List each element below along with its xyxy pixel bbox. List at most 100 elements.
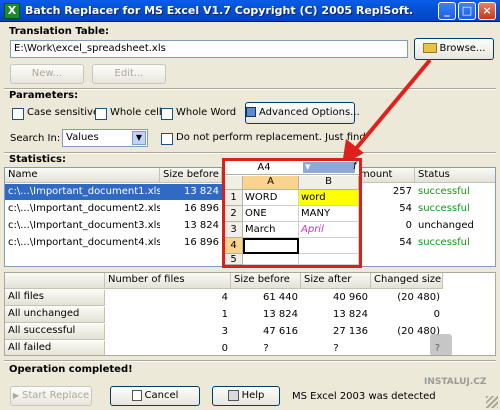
summary-count: 1 bbox=[221, 309, 228, 320]
summary-row-label: All files bbox=[5, 290, 105, 306]
name-box: A4 bbox=[257, 162, 271, 173]
summary-row-label: All failed bbox=[5, 341, 105, 355]
summary-header-changed: Changed size bbox=[371, 273, 443, 289]
summary-before: 61 440 bbox=[263, 292, 298, 303]
edit-button[interactable]: Edit... bbox=[92, 64, 166, 84]
status-cell: unchanged bbox=[418, 220, 474, 231]
summary-before: ? bbox=[263, 343, 269, 354]
cell-a2: ONE bbox=[243, 206, 299, 222]
play-icon: ▶ bbox=[12, 391, 19, 400]
cell-b5 bbox=[299, 254, 359, 265]
summary-header-count: Number of files bbox=[105, 273, 231, 289]
amount-cell: 257 bbox=[392, 186, 412, 197]
column-header-b: B bbox=[299, 176, 359, 190]
settings-icon bbox=[246, 107, 256, 117]
summary-before: 13 824 bbox=[263, 309, 298, 320]
cell-a4-active bbox=[243, 238, 299, 254]
cell-b3: April bbox=[299, 222, 359, 238]
cancel-label: Cancel bbox=[144, 390, 179, 401]
cell-a1: WORD bbox=[243, 190, 299, 206]
column-header-amount[interactable]: mount bbox=[357, 168, 415, 183]
summary-count: 4 bbox=[221, 292, 228, 303]
resize-grip[interactable] bbox=[486, 396, 498, 408]
watermark-logo bbox=[418, 334, 478, 374]
summary-count: 3 bbox=[221, 326, 228, 337]
search-in-label: Search In: bbox=[10, 133, 61, 144]
cell-b1: word bbox=[299, 190, 359, 206]
amount-cell: 54 bbox=[399, 203, 412, 214]
search-in-select[interactable]: Values ▼ bbox=[62, 129, 148, 147]
summary-changed: 0 bbox=[433, 309, 440, 320]
status-cell: successful bbox=[418, 186, 470, 197]
whole-cell-checkbox[interactable] bbox=[95, 108, 107, 120]
column-header-name[interactable]: Name bbox=[5, 168, 160, 183]
new-button[interactable]: New... bbox=[10, 64, 84, 84]
summary-row-label: All unchanged bbox=[5, 307, 105, 323]
parameters-label: Parameters: bbox=[9, 90, 79, 101]
summary-after: 40 960 bbox=[333, 292, 368, 303]
watermark-text: INSTALUJ.CZ bbox=[424, 377, 487, 387]
maximize-button[interactable]: □ bbox=[458, 2, 476, 20]
help-label: Help bbox=[241, 390, 265, 401]
window-title: Batch Replacer for MS Excel V1.7 Copyrig… bbox=[25, 4, 414, 17]
row-header: 2 bbox=[225, 206, 243, 222]
chevron-down-icon: ▼ bbox=[132, 131, 146, 145]
summary-row-label: All successful bbox=[5, 324, 105, 340]
row-header: 5 bbox=[225, 254, 243, 265]
column-header-size-before[interactable]: Size before bbox=[160, 168, 222, 183]
no-replace-checkbox[interactable] bbox=[161, 133, 173, 145]
formula-bar: A4 ▼ f bbox=[225, 161, 359, 175]
start-replace-label: Start Replace bbox=[21, 390, 90, 401]
whole-cell-label: Whole cell bbox=[110, 107, 162, 118]
summary-header-after: Size after bbox=[301, 273, 371, 289]
row-header: 1 bbox=[225, 190, 243, 206]
size-before-cell: 13 824 bbox=[160, 184, 222, 200]
minimize-button[interactable]: _ bbox=[438, 2, 456, 20]
cancel-button[interactable]: Cancel bbox=[110, 386, 200, 406]
translation-table-label: Translation Table: bbox=[9, 26, 109, 37]
summary-after: 13 824 bbox=[333, 309, 368, 320]
red-arrow-annotation bbox=[342, 58, 432, 165]
row-header: 4 bbox=[225, 238, 243, 254]
help-icon bbox=[227, 389, 239, 401]
help-button[interactable]: Help bbox=[212, 386, 280, 406]
file-name-cell: c:\...\Important_document3.xls bbox=[8, 220, 160, 231]
summary-header-before: Size before bbox=[231, 273, 301, 289]
excel-detected-status: MS Excel 2003 was detected bbox=[292, 391, 436, 402]
search-in-value: Values bbox=[66, 132, 99, 143]
case-sensitive-checkbox[interactable] bbox=[12, 108, 24, 120]
translation-path-value: E:\Work\excel_spreadsheet.xls bbox=[14, 43, 166, 54]
monitor-icon bbox=[430, 334, 452, 356]
summary-after: ? bbox=[333, 343, 339, 354]
file-name-cell: c:\...\Important_document1.xls bbox=[5, 184, 160, 200]
excel-app-icon: X bbox=[4, 3, 20, 19]
cell-b2: MANY bbox=[299, 206, 359, 222]
excel-preview: A4 ▼ f A B 1 WORD word 2 ONE MANY 3 Marc… bbox=[222, 158, 362, 268]
summary-corner bbox=[5, 273, 105, 289]
cell-b4 bbox=[299, 238, 359, 254]
column-header-status[interactable]: Status bbox=[415, 168, 495, 183]
amount-cell: 0 bbox=[405, 220, 412, 231]
start-replace-button[interactable]: ▶ Start Replace bbox=[10, 386, 92, 406]
cell-a3: March bbox=[243, 222, 299, 238]
size-before-cell: 13 824 bbox=[184, 220, 219, 231]
name-box-dropdown-icon: ▼ bbox=[303, 162, 355, 173]
summary-count: 0 bbox=[221, 343, 228, 354]
folder-open-icon bbox=[422, 43, 437, 53]
summary-changed: (20 480) bbox=[397, 292, 440, 303]
file-name-cell: c:\...\Important_document4.xls bbox=[8, 237, 160, 248]
size-before-cell: 16 896 bbox=[184, 203, 219, 214]
status-cell: successful bbox=[418, 237, 470, 248]
fx-icon: f bbox=[353, 161, 357, 172]
status-cell: successful bbox=[418, 203, 470, 214]
whole-word-checkbox[interactable] bbox=[161, 108, 173, 120]
close-button[interactable]: × bbox=[478, 2, 496, 20]
operation-status: Operation completed! bbox=[9, 364, 133, 375]
statistics-label: Statistics: bbox=[9, 154, 66, 165]
summary-before: 47 616 bbox=[263, 326, 298, 337]
cancel-icon bbox=[131, 389, 142, 401]
column-header-a: A bbox=[243, 176, 299, 190]
whole-word-label: Whole Word bbox=[176, 107, 237, 118]
row-header: 3 bbox=[225, 222, 243, 238]
cell-a5 bbox=[243, 254, 299, 265]
